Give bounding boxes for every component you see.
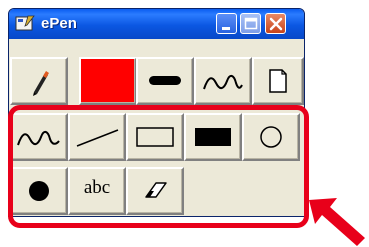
circle-filled-icon [29, 181, 49, 201]
rectangle-outline-icon [136, 127, 174, 147]
title-bar[interactable]: ePen [9, 9, 304, 39]
arrow-icon [309, 198, 365, 246]
app-icon [15, 15, 35, 32]
ellipse-tool-button[interactable] [242, 113, 300, 161]
eraser-tool-button[interactable] [126, 167, 184, 215]
pen-tool-button[interactable] [10, 57, 68, 105]
line-icon [76, 129, 119, 147]
minimize-button[interactable] [216, 13, 237, 34]
freehand-icon [203, 75, 243, 90]
stroke-style-button[interactable] [194, 57, 252, 105]
text-tool-button[interactable]: abc [68, 167, 126, 215]
close-button[interactable] [265, 13, 286, 34]
rectangle-tool-button[interactable] [126, 113, 184, 161]
thick-line-icon [149, 76, 181, 85]
color-picker-button[interactable] [79, 57, 137, 105]
eraser-icon [145, 182, 167, 198]
text-icon: abc [83, 177, 111, 198]
circle-outline-icon [260, 126, 282, 148]
page-icon [269, 69, 287, 93]
rectangle-filled-icon [195, 128, 231, 146]
window-title: ePen [41, 15, 77, 32]
maximize-button[interactable] [240, 13, 261, 34]
epen-window: ePen abc [8, 8, 305, 217]
new-page-button[interactable] [252, 57, 304, 105]
line-tool-button[interactable] [68, 113, 126, 161]
line-width-button[interactable] [136, 57, 194, 105]
pen-icon [33, 71, 49, 96]
filled-ellipse-tool-button[interactable] [10, 167, 68, 215]
freehand-tool-button[interactable] [10, 113, 68, 161]
filled-rectangle-tool-button[interactable] [184, 113, 242, 161]
freehand-icon [17, 131, 60, 146]
